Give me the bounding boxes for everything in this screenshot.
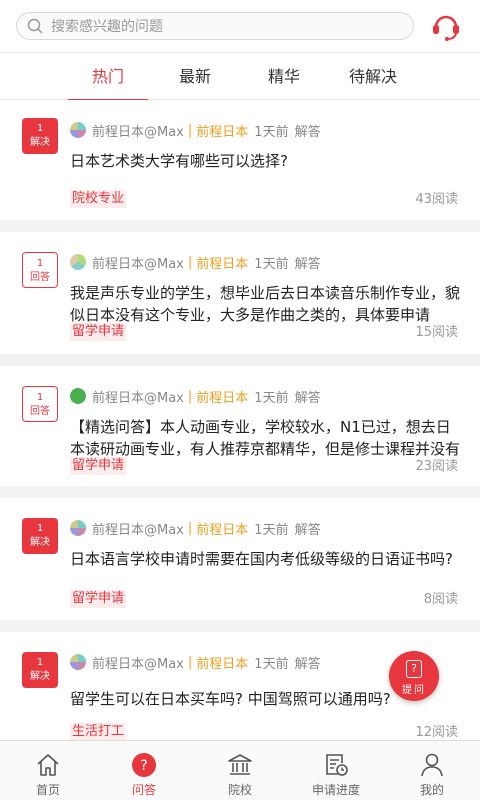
post-time: 1天前 — [254, 656, 289, 672]
question-mark-icon: ? — [406, 660, 422, 678]
question-card[interactable]: 1 解决 前程日本@Max | 前程日本 1天前 解答 日本语言学校申请时需要在… — [0, 498, 480, 620]
question-meta: 前程日本@Max | 前程日本 1天前 解答 — [70, 252, 321, 272]
question-tag[interactable]: 院校专业 — [70, 190, 127, 208]
tabbar-label: 首页 — [35, 783, 60, 797]
tab-hot[interactable]: 热门 — [68, 53, 148, 101]
ask-question-button[interactable]: ? 提问 — [389, 651, 439, 701]
post-time: 1天前 — [254, 256, 289, 272]
author-name[interactable]: 前程日本@Max — [92, 653, 184, 672]
header: 搜索感兴趣的问题 — [0, 0, 480, 52]
school-name[interactable]: 前程日本 — [196, 387, 248, 406]
question-tag[interactable]: 留学申请 — [70, 323, 127, 341]
ask-label: 提问 — [402, 685, 426, 696]
status-badge: 1 回答 — [22, 386, 58, 422]
tabbar-label: 申请进度 — [311, 783, 360, 797]
search-bar[interactable]: 搜索感兴趣的问题 — [16, 12, 414, 40]
tab-featured[interactable]: 精华 — [244, 53, 324, 100]
question-meta: 前程日本@Max | 前程日本 1天前 解答 — [70, 652, 321, 672]
school-name[interactable]: 前程日本 — [196, 653, 248, 672]
qa-icon: ? — [132, 753, 156, 777]
badge-count: 1 — [36, 123, 44, 134]
divider: | — [187, 388, 193, 404]
answer-action: 解答 — [294, 256, 321, 272]
author-name[interactable]: 前程日本@Max — [92, 387, 184, 406]
status-badge: 1 解决 — [22, 518, 58, 554]
tabbar-item-school[interactable]: 院校 — [192, 741, 288, 800]
avatar — [70, 122, 86, 138]
answer-action: 解答 — [294, 522, 321, 538]
question-tag[interactable]: 留学申请 — [70, 590, 127, 608]
avatar — [70, 388, 86, 404]
avatar — [70, 654, 86, 670]
badge-count: 1 — [36, 523, 44, 534]
question-tag[interactable]: 生活打工 — [70, 723, 127, 741]
avatar — [70, 254, 86, 270]
read-count: 43阅读 — [415, 192, 458, 207]
tabbar-item-progress[interactable]: 申请进度 — [288, 741, 384, 800]
tabbar-item-profile[interactable]: 我的 — [384, 741, 480, 800]
badge-status: 回答 — [30, 272, 50, 283]
author-name[interactable]: 前程日本@Max — [92, 253, 184, 272]
avatar — [70, 520, 86, 536]
badge-status: 解决 — [30, 137, 50, 148]
badge-count: 1 — [36, 258, 44, 269]
question-text[interactable]: 【精选问答】本人动画专业，学校较水，N1已过，想去日本读研动画专业，有人推荐京都… — [70, 416, 462, 460]
tabbar-label: 院校 — [227, 783, 252, 797]
home-icon — [37, 754, 59, 776]
read-count: 23阅读 — [415, 459, 458, 474]
question-text[interactable]: 我是声乐专业的学生，想毕业后去日本读音乐制作专业，貌似日本没有这个专业，大多是作… — [70, 282, 462, 326]
answer-action: 解答 — [294, 124, 321, 140]
profile-icon — [421, 753, 443, 777]
badge-status: 回答 — [30, 406, 50, 417]
author-name[interactable]: 前程日本@Max — [92, 519, 184, 538]
tab-unsolved[interactable]: 待解决 — [333, 53, 413, 100]
post-time: 1天前 — [254, 522, 289, 538]
question-meta: 前程日本@Max | 前程日本 1天前 解答 — [70, 518, 321, 538]
search-icon — [27, 18, 43, 34]
question-text[interactable]: 日本语言学校申请时需要在国内考低级等级的日语证书吗? — [70, 548, 462, 570]
divider: | — [187, 520, 193, 536]
divider: | — [187, 654, 193, 670]
category-tabs: 热门 最新 精华 待解决 — [0, 52, 480, 101]
question-meta: 前程日本@Max | 前程日本 1天前 解答 — [70, 120, 321, 140]
status-badge: 1 解决 — [22, 118, 58, 154]
customer-service-icon[interactable] — [430, 10, 462, 42]
school-name[interactable]: 前程日本 — [196, 253, 248, 272]
status-badge: 1 回答 — [22, 252, 58, 288]
badge-status: 解决 — [30, 671, 50, 682]
question-meta: 前程日本@Max | 前程日本 1天前 解答 — [70, 386, 321, 406]
tabbar-item-qa[interactable]: ? 问答 — [96, 741, 192, 800]
read-count: 15阅读 — [415, 325, 458, 340]
post-time: 1天前 — [254, 124, 289, 140]
progress-icon — [326, 754, 348, 776]
badge-count: 1 — [36, 392, 44, 403]
question-text[interactable]: 日本艺术类大学有哪些可以选择? — [70, 150, 462, 172]
tabbar-label: 我的 — [419, 783, 444, 797]
svg-text:?: ? — [140, 758, 147, 774]
tab-latest[interactable]: 最新 — [155, 53, 235, 100]
divider: | — [187, 254, 193, 270]
status-badge: 1 解决 — [22, 652, 58, 688]
read-count: 12阅读 — [415, 725, 458, 740]
tabbar-label: 问答 — [131, 783, 156, 797]
question-tag[interactable]: 留学申请 — [70, 457, 127, 475]
bottom-tabbar: 首页 ? 问答 院校 申请进度 我的 — [0, 740, 480, 800]
divider: | — [187, 122, 193, 138]
answer-action: 解答 — [294, 656, 321, 672]
tabbar-item-home[interactable]: 首页 — [0, 741, 96, 800]
post-time: 1天前 — [254, 390, 289, 406]
school-name[interactable]: 前程日本 — [196, 519, 248, 538]
question-card[interactable]: 1 解决 前程日本@Max | 前程日本 1天前 解答 日本艺术类大学有哪些可以… — [0, 100, 480, 220]
school-name[interactable]: 前程日本 — [196, 121, 248, 140]
school-icon — [228, 754, 252, 775]
answer-action: 解答 — [294, 390, 321, 406]
badge-status: 解决 — [30, 537, 50, 548]
author-name[interactable]: 前程日本@Max — [92, 121, 184, 140]
read-count: 8阅读 — [423, 592, 458, 607]
search-placeholder: 搜索感兴趣的问题 — [51, 19, 163, 35]
question-card[interactable]: 1 回答 前程日本@Max | 前程日本 1天前 解答 【精选问答】本人动画专业… — [0, 366, 480, 486]
question-card[interactable]: 1 回答 前程日本@Max | 前程日本 1天前 解答 我是声乐专业的学生，想毕… — [0, 232, 480, 354]
badge-count: 1 — [36, 657, 44, 668]
